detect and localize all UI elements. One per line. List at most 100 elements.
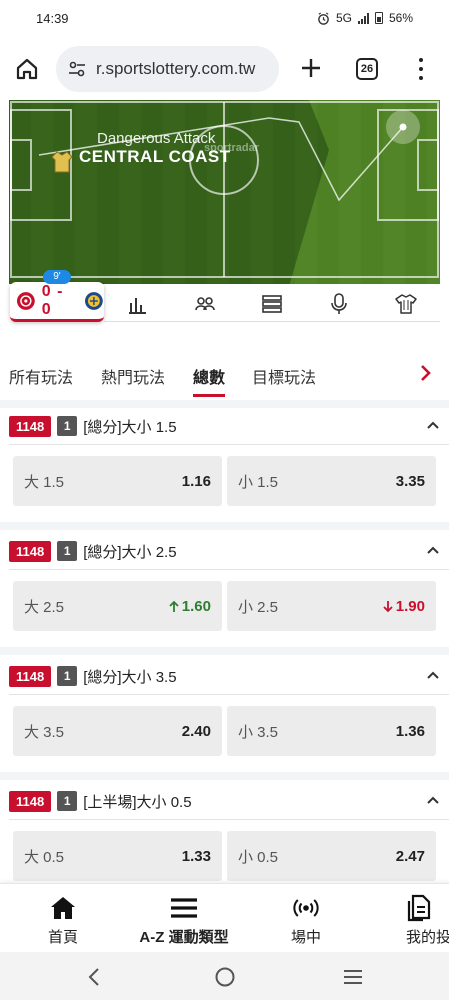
tab-popular-markets[interactable]: 熱門玩法 bbox=[101, 364, 165, 388]
site-settings-icon[interactable] bbox=[66, 58, 88, 80]
signal-icon bbox=[357, 12, 369, 24]
separator bbox=[0, 522, 449, 530]
table-icon bbox=[262, 294, 282, 313]
chevron-up-icon[interactable] bbox=[425, 668, 441, 684]
market-id-badge: 1148 bbox=[9, 665, 52, 687]
odds-row: 大 1.5 1.16 小 1.5 3.35 bbox=[13, 456, 436, 506]
separator bbox=[0, 647, 449, 655]
selection-label: 小 0.5 bbox=[238, 848, 279, 866]
status-icons: 5G 56% bbox=[317, 11, 413, 25]
arrow-up-icon bbox=[169, 600, 179, 612]
chevron-up-icon[interactable] bbox=[425, 793, 441, 809]
divider bbox=[9, 694, 449, 695]
market-count-badge: 1 bbox=[57, 541, 78, 561]
selection-label: 大 1.5 bbox=[24, 473, 65, 491]
commentary-tab[interactable] bbox=[327, 292, 351, 316]
chevron-up-icon[interactable] bbox=[425, 543, 441, 559]
odds-value: 1.16 bbox=[181, 472, 211, 490]
back-icon[interactable] bbox=[84, 966, 106, 988]
browser-menu-button[interactable] bbox=[416, 56, 426, 82]
nav-my-bets-label: 我的投注 bbox=[405, 929, 449, 946]
market-id-badge: 1148 bbox=[9, 790, 52, 812]
market-tabs: 所有玩法 熱門玩法 總數 目標玩法 bbox=[0, 356, 449, 397]
market-header[interactable]: 1148 1 [總分]大小 3.5 bbox=[0, 660, 449, 692]
tracker-tabs bbox=[104, 286, 440, 322]
away-team-logo-icon bbox=[85, 291, 104, 310]
browser-toolbar: r.sportslottery.com.tw 26 bbox=[0, 40, 449, 98]
stats-tab[interactable] bbox=[126, 292, 150, 316]
odds-button-over[interactable]: 大 2.5 1.60 bbox=[13, 581, 222, 631]
odds-button-under[interactable]: 小 3.5 1.36 bbox=[227, 706, 436, 756]
odds-value: 1.33 bbox=[181, 847, 211, 865]
status-time: 14:39 bbox=[36, 10, 69, 26]
market-header[interactable]: 1148 1 [上半場]大小 0.5 bbox=[0, 785, 449, 817]
selection-label: 小 2.5 bbox=[238, 598, 279, 616]
nav-live[interactable]: 場中 bbox=[276, 884, 336, 952]
nav-my-bets[interactable]: 我的投注 bbox=[388, 884, 449, 952]
odds-value: 1.36 bbox=[395, 722, 425, 740]
tab-goal-markets[interactable]: 目標玩法 bbox=[252, 364, 316, 388]
separator bbox=[0, 772, 449, 780]
lineup-tab[interactable] bbox=[193, 292, 217, 316]
hamburger-menu-icon bbox=[171, 898, 197, 918]
match-score: 0 - 0 bbox=[41, 282, 64, 318]
status-bar: 14:39 5G 56% bbox=[0, 0, 449, 36]
alarm-icon bbox=[318, 11, 329, 25]
odds-number: 1.90 bbox=[395, 597, 425, 615]
odds-button-over[interactable]: 大 1.5 1.16 bbox=[13, 456, 222, 506]
odds-button-under[interactable]: 小 2.5 1.90 bbox=[227, 581, 436, 631]
market-count-badge: 1 bbox=[57, 416, 78, 436]
chevron-up-icon[interactable] bbox=[425, 418, 441, 434]
selection-label: 大 0.5 bbox=[24, 848, 65, 866]
tab-switcher-button[interactable]: 26 bbox=[356, 58, 378, 80]
new-tab-icon[interactable] bbox=[298, 55, 324, 81]
market-count-badge: 1 bbox=[57, 791, 78, 811]
home-icon[interactable] bbox=[14, 56, 40, 82]
market-card: 1148 1 [總分]大小 2.5 大 2.5 1.60 小 2.5 1.90 bbox=[0, 535, 449, 631]
pitch-graphic bbox=[9, 100, 440, 284]
live-broadcast-icon bbox=[293, 899, 319, 917]
standings-tab[interactable] bbox=[260, 292, 284, 316]
home-circle-icon[interactable] bbox=[214, 966, 236, 988]
odds-number: 1.60 bbox=[181, 597, 211, 615]
kit-tab[interactable] bbox=[394, 292, 418, 316]
odds-value: 2.40 bbox=[181, 722, 211, 740]
selection-label: 大 2.5 bbox=[24, 598, 65, 616]
market-card: 1148 1 [上半場]大小 0.5 大 0.5 1.33 小 0.5 2.47 bbox=[0, 785, 449, 881]
odds-value: 1.90 bbox=[383, 598, 425, 615]
address-bar[interactable]: r.sportslottery.com.tw bbox=[56, 46, 279, 92]
market-card: 1148 1 [總分]大小 3.5 大 3.5 2.40 小 3.5 1.36 bbox=[0, 660, 449, 756]
divider bbox=[9, 819, 449, 820]
bottom-navigation: 首頁 A-Z 運動類型 場中 我的投注 bbox=[0, 883, 449, 951]
market-count-badge: 1 bbox=[57, 666, 78, 686]
nav-sports-az[interactable]: A-Z 運動類型 bbox=[128, 884, 240, 952]
selection-label: 小 1.5 bbox=[238, 473, 279, 491]
odds-row: 大 0.5 1.33 小 0.5 2.47 bbox=[13, 831, 436, 881]
event-label: Dangerous Attack bbox=[97, 130, 216, 147]
scoreboard[interactable]: 0 - 0 bbox=[10, 282, 104, 322]
odds-value: 3.35 bbox=[395, 472, 425, 490]
divider bbox=[9, 569, 449, 570]
tabs-scroll-right-button[interactable] bbox=[410, 356, 442, 390]
bar-chart-icon bbox=[128, 297, 146, 314]
market-title: [總分]大小 1.5 bbox=[83, 418, 177, 436]
match-tracker-pitch: sportradar Dangerous Attack CENTRAL COAS… bbox=[9, 100, 440, 286]
market-card: 1148 1 [總分]大小 1.5 大 1.5 1.16 小 1.5 3.35 bbox=[0, 410, 449, 506]
nav-home[interactable]: 首頁 bbox=[30, 884, 96, 952]
odds-row: 大 2.5 1.60 小 2.5 1.90 bbox=[13, 581, 436, 631]
market-header[interactable]: 1148 1 [總分]大小 1.5 bbox=[0, 410, 449, 442]
recents-icon[interactable] bbox=[342, 966, 364, 988]
system-navigation-bar bbox=[0, 952, 449, 1000]
odds-button-over[interactable]: 大 3.5 2.40 bbox=[13, 706, 222, 756]
chevron-right-icon bbox=[421, 365, 431, 381]
odds-button-under[interactable]: 小 1.5 3.35 bbox=[227, 456, 436, 506]
event-overlay: Dangerous Attack CENTRAL COAST bbox=[79, 130, 231, 167]
url-text: r.sportslottery.com.tw bbox=[96, 59, 256, 78]
market-header[interactable]: 1148 1 [總分]大小 2.5 bbox=[0, 535, 449, 567]
odds-button-over[interactable]: 大 0.5 1.33 bbox=[13, 831, 222, 881]
tab-totals[interactable]: 總數 bbox=[193, 364, 226, 397]
arrow-down-icon bbox=[383, 600, 393, 612]
odds-button-under[interactable]: 小 0.5 2.47 bbox=[227, 831, 436, 881]
tab-all-markets[interactable]: 所有玩法 bbox=[9, 364, 73, 388]
selection-label: 小 3.5 bbox=[238, 723, 279, 741]
